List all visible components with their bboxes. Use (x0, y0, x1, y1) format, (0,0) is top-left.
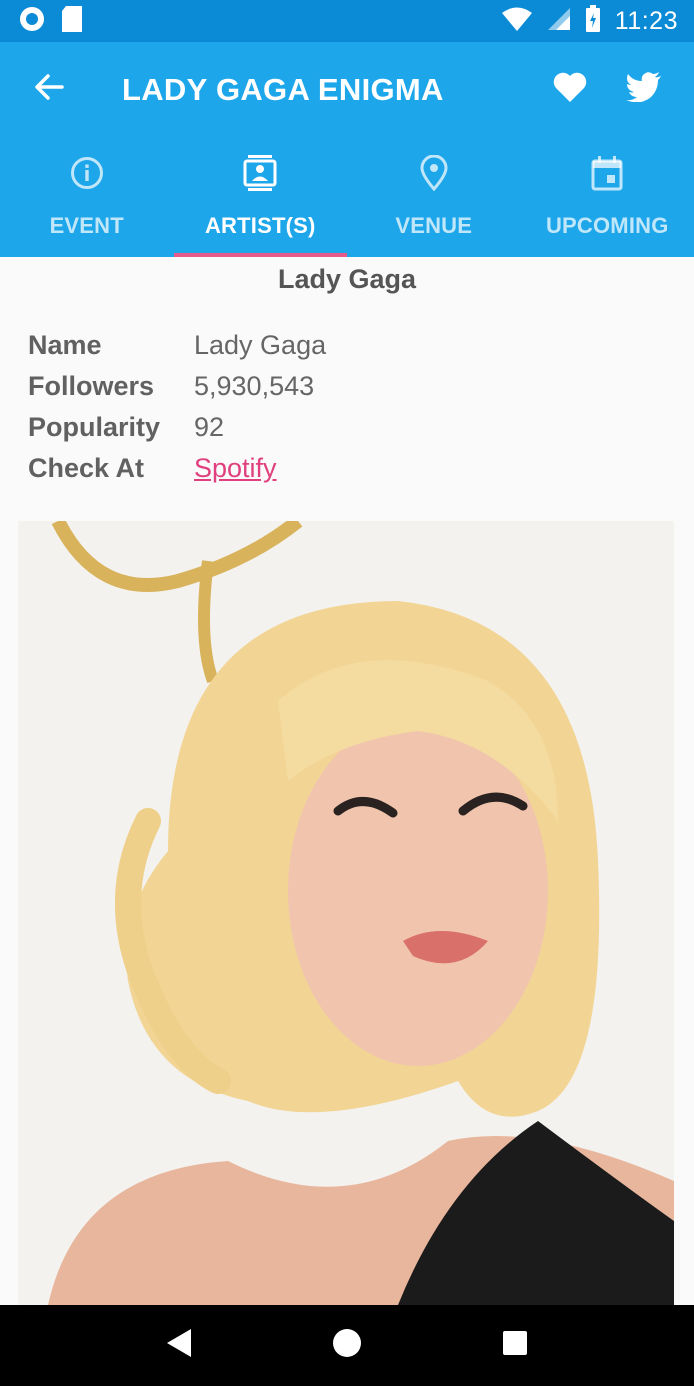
artist-heading: Lady Gaga (277, 264, 417, 294)
home-circle-icon (332, 1328, 362, 1363)
spotify-link[interactable]: Spotify (194, 453, 277, 484)
tab-label: EVENT (49, 213, 124, 238)
artist-info-table: Name Lady Gaga Followers 5,930,543 Popul… (0, 325, 694, 489)
info-key: Popularity (28, 412, 161, 442)
heart-icon (552, 71, 588, 108)
tab-bar: EVENT ARTIST(S) VENUE UPCOMING (0, 137, 694, 257)
favorite-button[interactable] (550, 70, 590, 110)
calendar-icon (587, 153, 627, 193)
back-arrow-icon (34, 72, 64, 107)
battery-icon (585, 4, 601, 38)
info-row-followers: Followers 5,930,543 (28, 366, 694, 407)
info-value: 5,930,543 (194, 371, 315, 401)
system-home-button[interactable] (317, 1316, 377, 1376)
page-title: LADY GAGA ENIGMA (122, 71, 444, 107)
status-bar: 11:23 (0, 0, 694, 42)
info-value: 92 (194, 412, 225, 442)
back-triangle-icon (165, 1327, 193, 1364)
tab-event[interactable]: EVENT (0, 137, 174, 257)
sd-card-icon (60, 5, 84, 38)
artist-photo (18, 521, 674, 1305)
wifi-icon (501, 6, 533, 37)
info-row-name: Name Lady Gaga (28, 325, 694, 366)
tab-artists[interactable]: ARTIST(S) (173, 137, 347, 257)
info-key: Followers (28, 371, 155, 401)
tab-upcoming[interactable]: UPCOMING (521, 137, 694, 257)
system-recents-button[interactable] (485, 1316, 545, 1376)
tab-label: UPCOMING (545, 213, 669, 238)
twitter-share-button[interactable] (624, 70, 664, 110)
artist-card-icon (240, 153, 280, 193)
artist-detail: Lady Gaga Name Lady Gaga Followers 5,930… (0, 257, 694, 489)
info-key: Name (28, 330, 102, 360)
signal-icon (547, 7, 571, 36)
back-button[interactable] (0, 42, 98, 137)
tab-venue[interactable]: VENUE (347, 137, 521, 257)
twitter-icon (626, 72, 662, 107)
system-back-button[interactable] (149, 1316, 209, 1376)
info-icon (67, 153, 107, 193)
record-icon (18, 5, 46, 38)
status-time: 11:23 (614, 6, 678, 35)
info-key: Check At (28, 453, 145, 483)
tab-label: VENUE (395, 213, 473, 238)
info-row-popularity: Popularity 92 (28, 407, 694, 448)
location-pin-icon (414, 153, 454, 193)
system-nav-bar (0, 1305, 694, 1386)
tab-label: ARTIST(S) (204, 213, 316, 238)
info-row-check-at: Check At Spotify (28, 448, 694, 489)
info-value: Lady Gaga (194, 330, 327, 360)
recents-square-icon (502, 1330, 528, 1361)
app-bar: LADY GAGA ENIGMA (0, 42, 694, 137)
